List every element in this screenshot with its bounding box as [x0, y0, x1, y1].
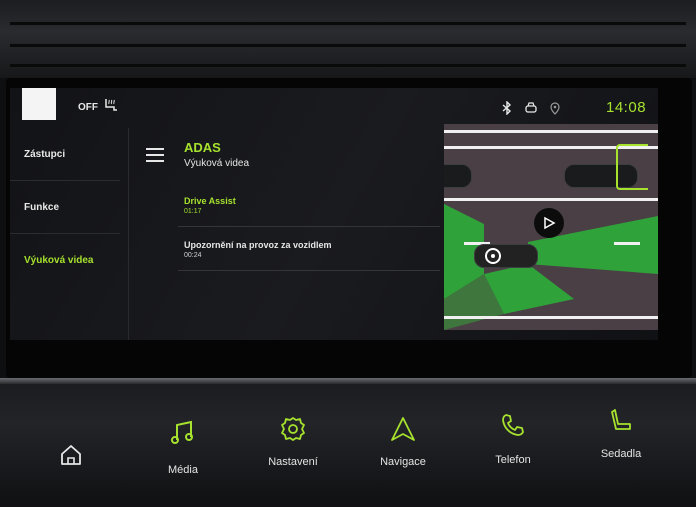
navigation-button[interactable]: Navigace: [368, 414, 438, 468]
music-note-icon: [171, 420, 193, 444]
video-title: Upozornění na provoz za vozidlem: [184, 240, 332, 250]
air-vent-slat: [10, 64, 686, 67]
lane-line: [444, 198, 658, 201]
home-button[interactable]: [36, 440, 106, 476]
video-duration: 01:17: [184, 208, 202, 215]
navigation-arrow-icon: [391, 417, 415, 441]
phone-button-label: Telefon: [495, 454, 531, 466]
video-list-item-rear-traffic[interactable]: Upozornění na provoz za vozidlem 00:24: [184, 240, 332, 259]
play-icon: [544, 216, 556, 230]
air-vent-slat: [10, 22, 686, 25]
side-menu: Zástupci Funkce Výuková videa: [10, 128, 128, 340]
bluetooth-icon: [502, 101, 512, 115]
divider: [178, 270, 440, 271]
divider: [178, 226, 440, 227]
media-button-label: Média: [168, 464, 198, 476]
play-button[interactable]: [534, 208, 564, 238]
glare-reflection: [22, 88, 56, 120]
chrome-trim: [0, 378, 696, 384]
video-duration: 00:24: [184, 252, 202, 259]
lane-line: [444, 316, 658, 319]
video-list-item-drive-assist[interactable]: Drive Assist 01:17: [184, 196, 236, 215]
steering-wheel-icon: [485, 248, 501, 264]
seat-icon: [611, 409, 631, 430]
side-menu-item-vyukova-videa[interactable]: Výuková videa: [10, 234, 128, 286]
connected-car-icon: [525, 102, 537, 113]
location-icon: [550, 102, 560, 115]
menu-icon[interactable]: [146, 148, 164, 162]
divider: [128, 128, 129, 340]
clock: 14:08: [606, 99, 647, 116]
media-button[interactable]: Média: [148, 418, 218, 476]
seats-button[interactable]: Sedadla: [586, 406, 656, 460]
section-title: ADAS: [184, 140, 221, 155]
settings-button-label: Nastavení: [268, 456, 318, 468]
section-subtitle: Výuková videa: [184, 158, 250, 169]
air-vent-slat: [10, 44, 686, 47]
infotainment-screen: OFF 14:08 Zástupci Funkce Výuková videa: [10, 88, 658, 340]
gear-icon: [281, 417, 305, 441]
ac-status-label[interactable]: OFF: [78, 102, 98, 113]
screen-edge-accent: [616, 144, 648, 190]
side-menu-item-zastupci[interactable]: Zástupci: [10, 128, 128, 180]
vehicle-icon: [444, 164, 472, 188]
home-icon: [61, 445, 81, 465]
status-bar: OFF 14:08: [10, 88, 658, 126]
phone-button[interactable]: Telefon: [478, 410, 548, 466]
phone-icon: [502, 414, 524, 436]
settings-button[interactable]: Nastavení: [258, 414, 328, 468]
lane-line: [444, 130, 658, 133]
video-title: Drive Assist: [184, 196, 236, 206]
status-icons: [500, 101, 562, 115]
side-menu-item-funkce[interactable]: Funkce: [10, 181, 128, 233]
lane-dash: [614, 242, 640, 245]
seats-button-label: Sedadla: [600, 448, 642, 460]
seat-heating-icon[interactable]: [103, 97, 119, 113]
dashboard-top-trim: [0, 0, 696, 78]
navigation-button-label: Navigace: [380, 456, 426, 468]
